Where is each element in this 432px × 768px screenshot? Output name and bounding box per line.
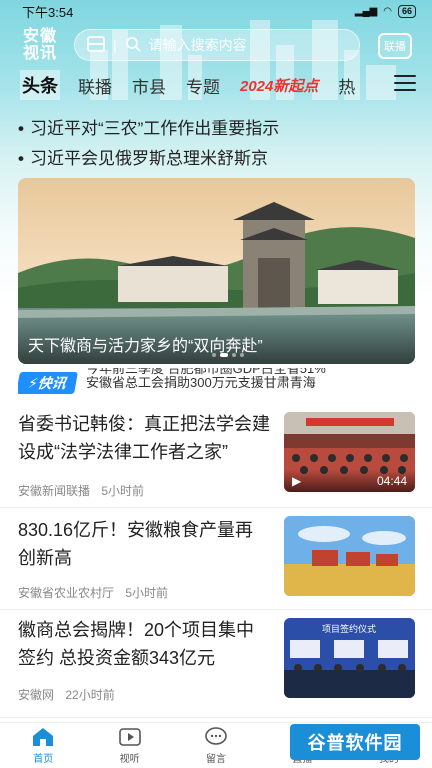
- tab-shixian[interactable]: 市县: [132, 73, 166, 98]
- flash-news-ticker[interactable]: ⚡ 快讯 今年前三季度 合肥都市圈GDP占全省51% 安徽省总工会捐助300万元支…: [18, 368, 415, 398]
- carousel-indicator: [212, 353, 244, 357]
- search-icon: [125, 36, 141, 55]
- news-item[interactable]: 省委书记韩俊：真正把法学会建设成“法学法律工作者之家” 安徽新闻联播 5小时前 …: [0, 400, 432, 508]
- news-time: 5小时前: [125, 586, 169, 600]
- headline-item[interactable]: • 习近平对“三农”工作作出重要指示: [18, 114, 418, 144]
- top-headlines: • 习近平对“三农”工作作出重要指示 • 习近平会见俄罗斯总理米舒斯京: [18, 114, 418, 174]
- live-broadcast-button[interactable]: 联播: [378, 33, 412, 59]
- channel-tabs: 头条 联播 市县 专题 2024新起点 热: [0, 70, 432, 100]
- home-icon: [33, 728, 54, 746]
- news-title: 830.16亿斤！安徽粮食产量再创新高: [18, 520, 254, 568]
- play-icon: ▶: [292, 474, 302, 488]
- headline-text: 习近平会见俄罗斯总理米舒斯京: [29, 149, 268, 168]
- tab-zhuanti[interactable]: 专题: [186, 73, 220, 98]
- news-meta: 安徽网 22小时前: [18, 686, 115, 703]
- status-time: 下午3:54: [22, 4, 74, 20]
- news-title: 徽商总会揭牌！20个项目集中签约 总投资金额343亿元: [18, 620, 255, 668]
- tab-2024-new-start[interactable]: 2024新起点: [240, 75, 318, 96]
- headline-text: 习近平对“三农”工作作出重要指示: [29, 119, 280, 138]
- search-placeholder: 请输入搜索内容: [148, 37, 247, 53]
- news-meta: 安徽省农业农村厅 5小时前: [18, 584, 168, 601]
- status-icons: ▂▄▆ ◠ 66: [354, 4, 416, 18]
- tab-toutiao[interactable]: 头条: [22, 72, 58, 98]
- news-time: 22小时前: [65, 688, 115, 702]
- flash-news-item: 今年前三季度 合肥都市圈GDP占全省51%: [86, 368, 326, 376]
- news-thumbnail: 项目签约仪式: [284, 618, 415, 698]
- news-item[interactable]: 830.16亿斤！安徽粮食产量再创新高 安徽省农业农村厅 5小时前: [0, 508, 432, 610]
- headline-item[interactable]: • 习近平会见俄罗斯总理米舒斯京: [18, 144, 418, 174]
- watermark-logo: 谷普软件园: [290, 724, 420, 760]
- tab-hot[interactable]: 热: [338, 73, 355, 98]
- news-source: 安徽网: [18, 688, 55, 702]
- news-meta: 安徽新闻联播 5小时前: [18, 482, 144, 499]
- video-duration: ▶ 04:44: [284, 470, 415, 492]
- battery-icon: 66: [397, 4, 416, 18]
- flash-news-tag: ⚡ 快讯: [18, 372, 78, 394]
- news-time: 5小时前: [101, 484, 145, 498]
- news-source: 安徽新闻联播: [18, 484, 91, 498]
- news-thumbnail: ▶ 04:44: [284, 412, 415, 492]
- signal-icon: ▂▄▆: [354, 5, 378, 17]
- play-icon: [118, 728, 141, 746]
- wifi-icon: ◠: [383, 5, 392, 17]
- news-source: 安徽省农业农村厅: [18, 586, 115, 600]
- tab-lianbo[interactable]: 联播: [78, 73, 112, 98]
- live-broadcast-label: 联播: [384, 41, 406, 53]
- banner-carousel[interactable]: 天下徽商与活力家乡的“双向奔赴”: [18, 178, 415, 364]
- flash-news-item: 安徽省总工会捐助300万元支援甘肃青海: [86, 376, 316, 390]
- channel-menu-icon[interactable]: [394, 72, 416, 94]
- chat-icon: [205, 727, 227, 745]
- bottom-nav-video[interactable]: 视听: [86, 723, 172, 768]
- search-input[interactable]: | 请输入搜索内容: [74, 29, 360, 61]
- status-bar: 下午3:54 ▂▄▆ ◠ 66: [0, 0, 432, 22]
- news-thumbnail: [284, 516, 415, 596]
- bottom-nav-message[interactable]: 留言: [173, 723, 259, 768]
- news-item[interactable]: 徽商总会揭牌！20个项目集中签约 总投资金额343亿元 安徽网 22小时前 项目…: [0, 610, 432, 718]
- scan-icon[interactable]: [87, 35, 105, 55]
- news-title: 省委书记韩俊：真正把法学会建设成“法学法律工作者之家”: [18, 414, 270, 462]
- thumb-caption: 项目签约仪式: [322, 623, 376, 635]
- app-logo: 安徽 视讯: [22, 28, 57, 62]
- bottom-nav-home[interactable]: 首页: [0, 723, 86, 768]
- search-divider: |: [113, 37, 117, 53]
